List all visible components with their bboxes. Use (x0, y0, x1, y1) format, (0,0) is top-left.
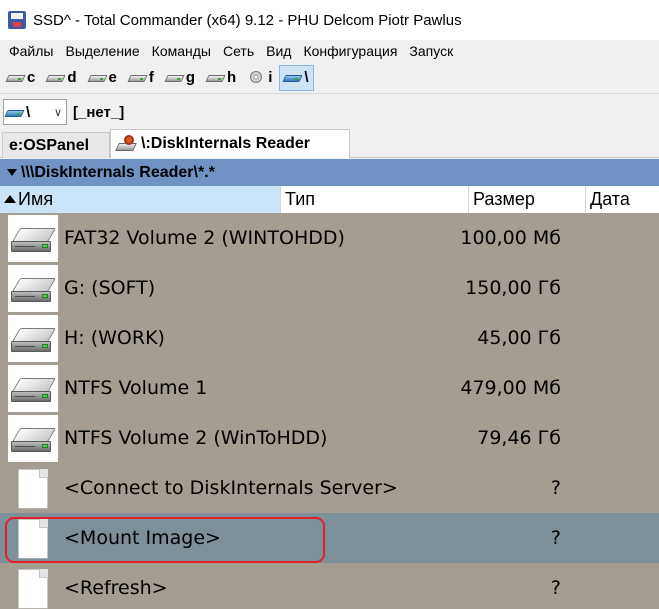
file-row[interactable]: H: (WORK) 45,00 Гб (0, 313, 659, 363)
column-header-name[interactable]: Имя (0, 186, 281, 213)
menu-view[interactable]: Вид (260, 43, 297, 59)
menu-network[interactable]: Сеть (217, 43, 260, 59)
hdd-icon (164, 72, 185, 83)
path-header[interactable]: \\\DiskInternals Reader\*.* (0, 159, 659, 186)
hdd-icon (8, 265, 58, 312)
drive-letter: \ (304, 69, 309, 86)
menu-files[interactable]: Файлы (3, 43, 59, 59)
drive-letter: d (67, 69, 77, 86)
column-headers: Имя Тип Размер Дата (0, 186, 659, 213)
menu-bar: Файлы Выделение Команды Сеть Вид Конфигу… (0, 40, 659, 62)
file-name: <Refresh> (64, 577, 168, 599)
file-row[interactable]: G: (SOFT) 150,00 Гб (0, 263, 659, 313)
file-name: H: (WORK) (64, 327, 165, 349)
file-size: 150,00 Гб (465, 277, 561, 299)
drive-combo[interactable]: \ ∨ (3, 99, 67, 125)
file-name: G: (SOFT) (64, 277, 156, 299)
file-name: <Mount Image> (64, 527, 221, 549)
hdd-icon (8, 315, 58, 362)
volume-label: [_нет_] (73, 103, 125, 121)
file-name: <Connect to DiskInternals Server> (64, 477, 398, 499)
drive-button-network[interactable]: \ (279, 64, 314, 91)
drive-letter: f (148, 69, 154, 86)
chevron-down-icon: ∨ (53, 107, 62, 119)
drive-combo-value: \ (26, 103, 31, 121)
network-icon (282, 72, 304, 83)
drive-letter: c (27, 69, 36, 86)
tab-ospanel[interactable]: e:OSPanel (2, 132, 110, 158)
tab-label: \:DiskInternals Reader (141, 135, 310, 152)
drive-letter: e (108, 69, 117, 86)
plugin-icon (115, 135, 137, 153)
network-icon (4, 107, 25, 118)
drive-button-i[interactable]: i (243, 65, 277, 91)
file-row[interactable]: NTFS Volume 1 479,00 Мб (0, 363, 659, 413)
title-bar: SSD^ - Total Commander (x64) 9.12 - PHU … (0, 0, 659, 40)
column-header-date[interactable]: Дата (586, 186, 659, 213)
hdd-icon (8, 215, 58, 262)
column-label: Тип (285, 189, 316, 209)
drive-button-c[interactable]: c (2, 65, 40, 91)
file-row[interactable]: <Connect to DiskInternals Server> ? (0, 463, 659, 513)
hdd-icon (86, 72, 108, 83)
hdd-icon (127, 72, 148, 83)
file-name: NTFS Volume 2 (WinToHDD) (64, 427, 328, 449)
window-title: SSD^ - Total Commander (x64) 9.12 - PHU … (33, 11, 462, 29)
drive-path-bar: \ ∨ [_нет_] (0, 96, 659, 128)
drive-button-g[interactable]: g (161, 65, 200, 91)
file-name: FAT32 Volume 2 (WINTOHDD) (64, 227, 345, 249)
tab-bar: e:OSPanel \:DiskInternals Reader (0, 128, 659, 158)
column-label: Дата (590, 189, 630, 209)
tab-diskinternals-reader[interactable]: \:DiskInternals Reader (110, 129, 350, 158)
hdd-icon (5, 72, 26, 83)
column-header-type[interactable]: Тип (281, 186, 469, 213)
sort-up-icon (4, 194, 16, 203)
drive-button-e[interactable]: e (84, 65, 122, 91)
drive-letter: i (268, 69, 273, 86)
file-size: 45,00 Гб (477, 327, 561, 349)
hdd-icon (45, 72, 66, 83)
drive-button-h[interactable]: h (202, 65, 241, 91)
menu-configuration[interactable]: Конфигурация (297, 43, 403, 59)
column-label: Имя (18, 189, 54, 209)
file-size: 100,00 Мб (460, 227, 561, 249)
tab-label: e:OSPanel (9, 136, 90, 154)
file-name: NTFS Volume 1 (64, 377, 208, 399)
menu-selection[interactable]: Выделение (59, 43, 145, 59)
drive-button-f[interactable]: f (124, 65, 159, 91)
triangle-down-icon[interactable] (7, 169, 17, 176)
column-header-size[interactable]: Размер (469, 186, 586, 213)
file-size: 79,46 Гб (477, 427, 561, 449)
file-size: ? (550, 577, 561, 599)
drive-button-d[interactable]: d (42, 65, 81, 91)
hdd-icon (8, 365, 58, 412)
file-row-selected[interactable]: <Mount Image> ? (0, 513, 659, 563)
hdd-icon (8, 415, 58, 462)
menu-start[interactable]: Запуск (403, 43, 459, 59)
drive-bar: c d e f g h i \ (0, 62, 659, 94)
file-row[interactable]: NTFS Volume 2 (WinToHDD) 79,46 Гб (0, 413, 659, 463)
hdd-icon (205, 72, 226, 83)
file-icon (8, 565, 58, 609)
column-label: Размер (473, 189, 535, 209)
file-icon (8, 465, 58, 512)
cdrom-icon (248, 71, 265, 83)
file-row[interactable]: FAT32 Volume 2 (WINTOHDD) 100,00 Мб (0, 213, 659, 263)
file-icon (8, 515, 58, 562)
file-size: 479,00 Мб (460, 377, 561, 399)
drive-letter: h (227, 69, 237, 86)
file-size: ? (550, 477, 561, 499)
file-size: ? (550, 527, 561, 549)
current-path: \\\DiskInternals Reader\*.* (21, 163, 215, 181)
app-icon (8, 11, 26, 29)
file-list[interactable]: FAT32 Volume 2 (WINTOHDD) 100,00 Мб G: (… (0, 213, 659, 609)
drive-letter: g (185, 69, 196, 86)
menu-commands[interactable]: Команды (146, 43, 217, 59)
file-row[interactable]: <Refresh> ? (0, 563, 659, 609)
